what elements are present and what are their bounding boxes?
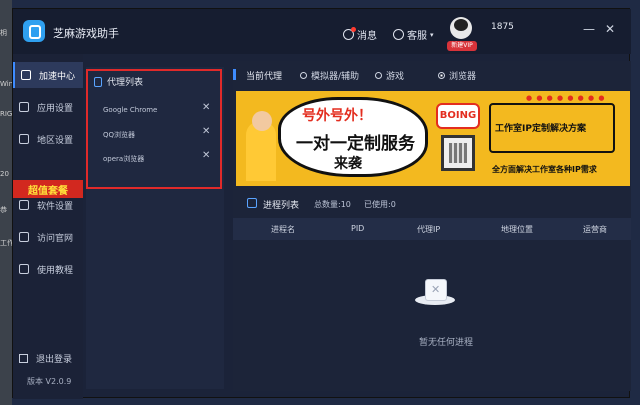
close-icon[interactable]: ✕ — [202, 126, 210, 137]
current-proxy-label: 当前代理 — [246, 72, 283, 82]
close-button[interactable]: ✕ — [605, 23, 615, 35]
bell-icon — [343, 27, 356, 40]
desktop-strip: 枂 Windows RIGG 20 恭 工作 — [0, 0, 12, 405]
col-process-name: 进程名 — [271, 225, 295, 234]
app-logo-icon — [23, 20, 45, 42]
headset-icon — [393, 29, 404, 40]
desktop-text: 工作 — [0, 239, 12, 247]
table-header: 进程名 PID 代理IP 地理位置 运营商 — [233, 218, 631, 240]
sidebar-item-label: 加速中心 — [39, 71, 76, 82]
messages-label: 消息 — [357, 31, 377, 42]
logout-button[interactable]: 退出登录 — [19, 352, 72, 365]
radio-game[interactable]: 游戏 — [375, 69, 404, 82]
desktop-text: RIGG — [0, 110, 12, 118]
process-used: 已使用:0 — [364, 200, 396, 209]
qr-code — [441, 135, 475, 171]
process-header: 进程列表 总数量:10 已使用:0 — [233, 194, 631, 214]
col-location: 地理位置 — [501, 225, 533, 234]
proxy-item[interactable]: Google Chrome — [103, 106, 213, 114]
current-proxy-bar: 当前代理 模拟器/辅助 游戏 浏览器 — [233, 61, 631, 87]
sidebar-item-software[interactable]: 软件设置 — [13, 192, 83, 218]
col-proxy-ip: 代理IP — [417, 225, 441, 234]
banner-line2: 一对一定制服务 — [296, 134, 415, 154]
boing-badge: BOING — [436, 103, 480, 129]
version-text: 版本 V2.0.9 — [27, 377, 72, 386]
proxy-title-text: 代理列表 — [107, 78, 144, 88]
sidebar-item-accelerate[interactable]: 加速中心 — [13, 62, 83, 88]
logout-icon — [19, 354, 28, 363]
empty-box-icon — [415, 271, 455, 307]
desktop-text: Windows — [0, 80, 12, 88]
minimize-button[interactable]: — — [583, 23, 595, 35]
banner-subtext: 全方面解决工作室各种IP需求 — [492, 165, 597, 174]
sidebar-item-app-settings[interactable]: 应用设置 — [13, 94, 83, 120]
col-isp: 运营商 — [583, 225, 607, 234]
gear-icon — [19, 200, 29, 210]
location-icon — [19, 134, 29, 144]
service-button[interactable]: 客服 ▾ — [393, 27, 434, 42]
decor-dots: ● ● ● ● ● ● ● ● — [526, 94, 606, 102]
proxy-item[interactable]: opera浏览器 — [103, 154, 213, 164]
banner-box-text: 工作室IP定制解决方案 — [495, 124, 586, 134]
title-bar: 芝麻游戏助手 消息 客服 ▾ 新建VIP 1875 — ✕ — [13, 9, 631, 54]
desktop-text: 枂 — [0, 29, 7, 37]
chevron-down-icon: ▾ — [430, 30, 434, 39]
radio-browser[interactable]: 浏览器 — [438, 69, 476, 82]
close-icon[interactable]: ✕ — [202, 150, 210, 161]
proxy-item[interactable]: QQ浏览器 — [103, 130, 213, 140]
sidebar-item-label: 应用设置 — [37, 103, 74, 114]
banner-line1: 号外号外！ — [302, 108, 372, 124]
banner-box: 工作室IP定制解决方案 — [489, 103, 615, 153]
username: 1875 — [491, 22, 514, 32]
proxy-panel: 代理列表 Google Chrome ✕ QQ浏览器 ✕ opera浏览器 ✕ — [86, 67, 224, 389]
list-icon — [247, 198, 257, 208]
sidebar-item-label: 地区设置 — [37, 135, 74, 146]
desktop-screen: 枂 Windows RIGG 20 恭 工作 芝麻游戏助手 消息 客服 ▾ 新建… — [0, 0, 640, 405]
rocket-icon — [21, 70, 31, 80]
close-icon[interactable]: ✕ — [202, 102, 210, 113]
sidebar-item-label: 使用教程 — [37, 265, 74, 276]
sidebar-item-tutorial[interactable]: 使用教程 — [13, 256, 83, 282]
service-label: 客服 — [407, 31, 427, 42]
col-pid: PID — [351, 224, 365, 233]
proxy-highlight: 代理列表 Google Chrome ✕ QQ浏览器 ✕ opera浏览器 ✕ — [86, 69, 222, 189]
main-panel: 当前代理 模拟器/辅助 游戏 浏览器 ● ● ● ● ● ● ● ● 号外号外！… — [233, 61, 631, 391]
avatar[interactable] — [450, 17, 472, 39]
process-total: 总数量:10 — [314, 200, 351, 209]
grid-icon — [19, 102, 29, 112]
messages-button[interactable]: 消息 — [343, 27, 377, 42]
ad-banner[interactable]: ● ● ● ● ● ● ● ● 号外号外！ 一对一定制服务 来袭 BOING 工… — [236, 91, 630, 186]
book-icon — [19, 264, 29, 274]
banner-line3: 来袭 — [334, 156, 362, 172]
radio-emulator[interactable]: 模拟器/辅助 — [300, 69, 359, 82]
list-icon — [94, 76, 102, 87]
sidebar-item-region[interactable]: 地区设置 — [13, 126, 83, 152]
person-head — [252, 111, 272, 131]
sidebar-item-label: 软件设置 — [37, 201, 74, 212]
app-title: 芝麻游戏助手 — [53, 27, 119, 40]
empty-state-text: 暂无任何进程 — [419, 338, 474, 348]
sidebar-item-label: 访问官网 — [37, 233, 74, 244]
logout-label: 退出登录 — [36, 355, 73, 365]
globe-icon — [19, 232, 29, 242]
process-title: 进程列表 — [263, 201, 300, 211]
proxy-title: 代理列表 — [94, 75, 143, 88]
vip-badge: 新建VIP — [447, 41, 477, 51]
sidebar: 加速中心 应用设置 地区设置 超值套餐 软件设置 访问官网 使用教程 退出登录 … — [13, 54, 83, 399]
sidebar-item-website[interactable]: 访问官网 — [13, 224, 83, 250]
app-window: 芝麻游戏助手 消息 客服 ▾ 新建VIP 1875 — ✕ 加速中心 应用设置 … — [12, 8, 631, 399]
desktop-text: 恭 — [0, 206, 7, 214]
desktop-text: 20 — [0, 170, 9, 178]
